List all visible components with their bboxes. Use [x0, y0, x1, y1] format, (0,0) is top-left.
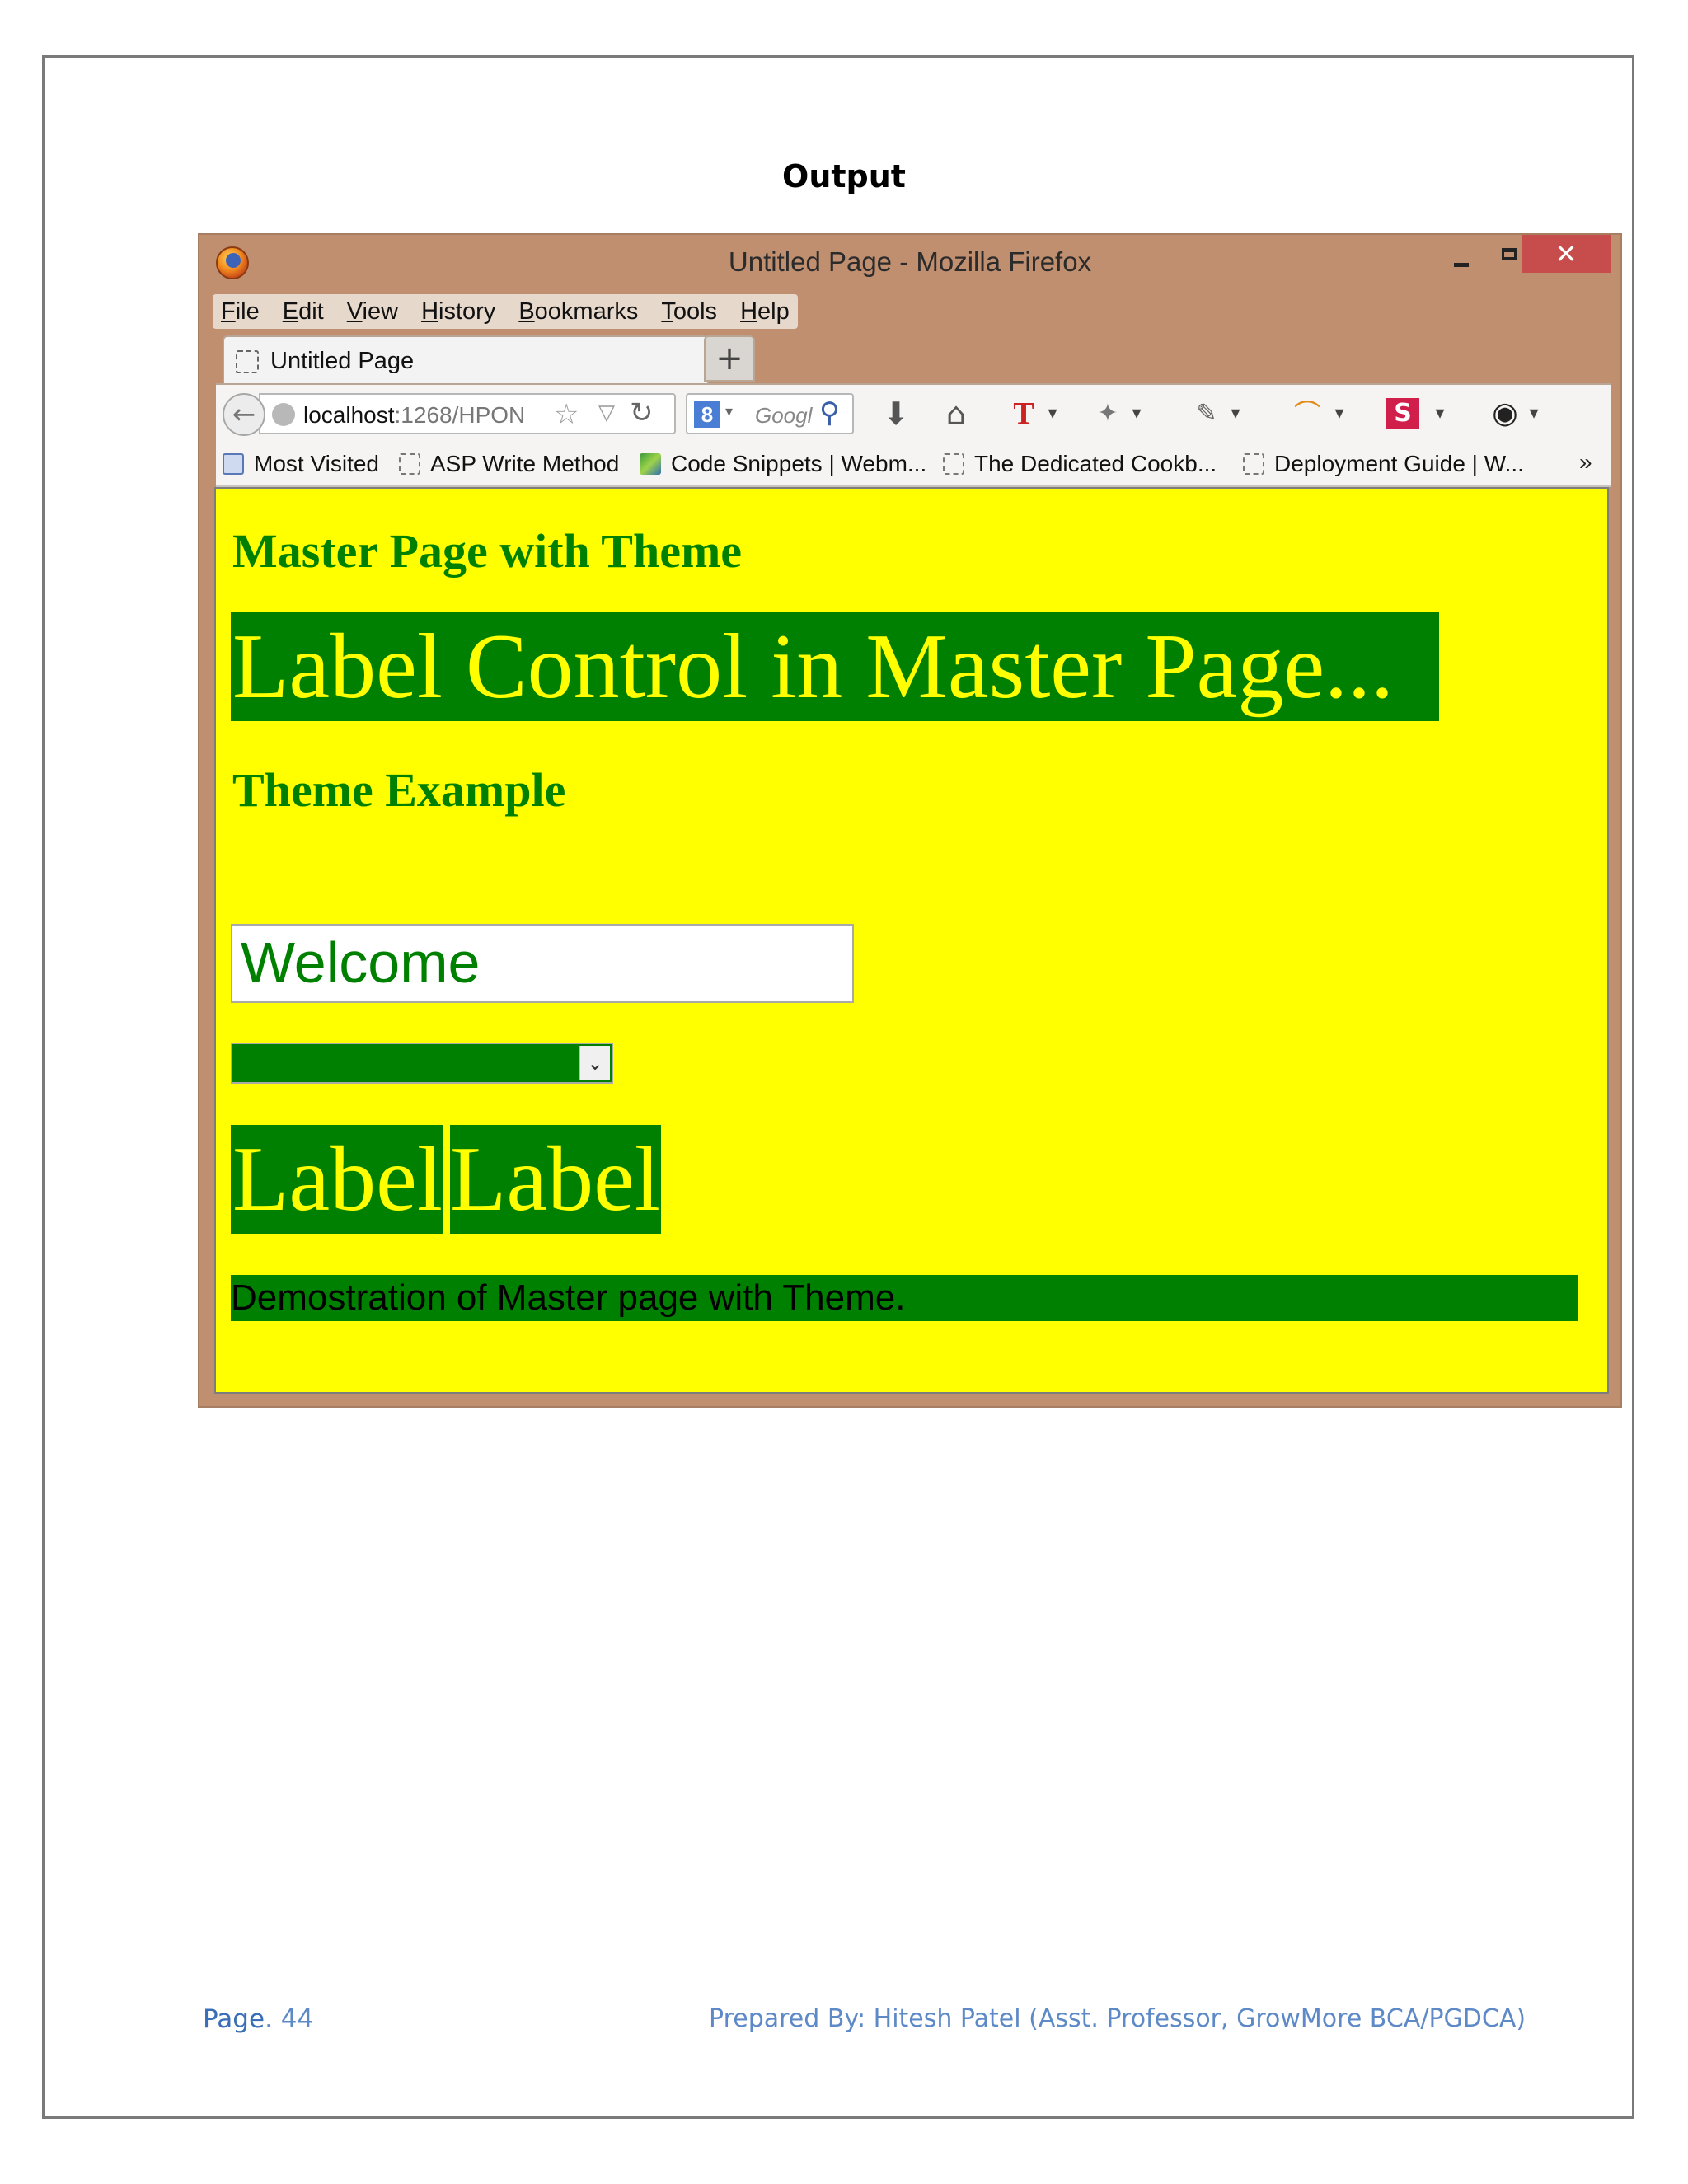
s-addon-icon[interactable]: S: [1386, 398, 1419, 429]
footer-page-number: Page. 44: [203, 2004, 314, 2034]
tab-untitled-page[interactable]: Untitled Page: [223, 335, 709, 385]
label-one: Label: [231, 1125, 443, 1234]
eyedropper-dropdown-icon[interactable]: ▾: [1223, 393, 1248, 434]
menu-history[interactable]: History: [421, 298, 495, 326]
page-icon: [1243, 453, 1264, 475]
page-title: Master Page with Theme: [232, 524, 743, 578]
dropdown-list[interactable]: ⌄: [231, 1043, 613, 1084]
navigation-toolbar: localhost:1268/HPON ☆ ▽ ↻ ← 8 ▾ Google ⚲…: [216, 383, 1611, 443]
back-button[interactable]: ←: [223, 393, 265, 436]
search-input[interactable]: Google: [755, 403, 813, 429]
text-tool-icon[interactable]: T: [1006, 393, 1042, 434]
url-text: localhost:1268/HPON: [303, 402, 526, 428]
bookmark-asp-write-method[interactable]: ASP Write Method: [399, 451, 619, 477]
menu-tools[interactable]: Tools: [661, 298, 717, 326]
text-tool-dropdown-icon[interactable]: ▾: [1040, 393, 1065, 434]
title-bar: Untitled Page - Mozilla Firefox ✕: [199, 235, 1620, 291]
s-addon-dropdown-icon[interactable]: ▾: [1428, 393, 1452, 434]
master-label: Label Control in Master Page...: [231, 612, 1439, 721]
search-engine-dropdown-icon[interactable]: ▾: [725, 403, 733, 420]
color-wheel-dropdown-icon[interactable]: ▾: [1522, 393, 1546, 434]
most-visited-icon: [223, 453, 244, 475]
output-heading: Output: [782, 158, 906, 194]
minimize-button[interactable]: [1436, 240, 1485, 276]
label-two: Label: [450, 1125, 661, 1234]
menu-edit[interactable]: Edit: [283, 298, 324, 326]
footer-prepared-by: Prepared By: Hitesh Patel (Asst. Profess…: [709, 2004, 1526, 2033]
close-button[interactable]: ✕: [1522, 235, 1611, 273]
code-snippets-icon: [640, 453, 661, 475]
search-bar[interactable]: 8 ▾ Google ⚲: [686, 393, 854, 434]
history-dropdown-icon[interactable]: ▽: [598, 400, 615, 425]
bookmark-deployment-guide[interactable]: Deployment Guide | W...: [1243, 451, 1524, 477]
menu-help[interactable]: Help: [740, 298, 790, 326]
chevron-down-icon[interactable]: ⌄: [579, 1046, 610, 1080]
color-wheel-icon[interactable]: ◉: [1487, 393, 1523, 434]
bookmark-star-icon[interactable]: ☆: [554, 398, 579, 431]
page-icon: [399, 453, 420, 475]
addon-dropdown-icon[interactable]: ▾: [1124, 393, 1149, 434]
bookmark-dedicated-cookbook[interactable]: The Dedicated Cookb...: [943, 451, 1217, 477]
demo-label: Demostration of Master page with Theme.: [231, 1275, 1578, 1321]
search-engine-icon[interactable]: 8: [694, 401, 720, 428]
theme-heading: Theme Example: [232, 763, 566, 817]
bookmark-most-visited[interactable]: Most Visited: [223, 451, 379, 477]
downloads-icon[interactable]: ⬇: [875, 393, 917, 434]
rainbow-dropdown-icon[interactable]: ▾: [1327, 393, 1352, 434]
menu-bookmarks[interactable]: Bookmarks: [518, 298, 638, 326]
page-icon: [236, 350, 259, 373]
home-icon[interactable]: ⌂: [933, 393, 979, 434]
bookmarks-overflow-icon[interactable]: »: [1579, 449, 1592, 476]
menu-file[interactable]: File: [221, 298, 260, 326]
welcome-textbox[interactable]: Welcome: [231, 924, 854, 1003]
site-identity-icon[interactable]: [272, 403, 295, 426]
search-icon[interactable]: ⚲: [819, 396, 840, 429]
browser-window: Untitled Page - Mozilla Firefox ✕ File E…: [198, 233, 1622, 1408]
url-bar[interactable]: localhost:1268/HPON ☆ ▽ ↻: [259, 393, 676, 434]
eyedropper-icon[interactable]: ✎: [1189, 393, 1225, 434]
new-tab-button[interactable]: +: [704, 335, 755, 382]
page-icon: [943, 453, 964, 475]
tab-label: Untitled Page: [270, 348, 415, 374]
window-title: Untitled Page - Mozilla Firefox: [728, 246, 1092, 277]
menu-bar: File Edit View History Bookmarks Tools H…: [213, 294, 798, 329]
rainbow-icon[interactable]: ⌒: [1287, 393, 1327, 434]
reload-icon[interactable]: ↻: [630, 396, 654, 429]
addon-icon[interactable]: ✦: [1090, 393, 1126, 434]
bookmarks-toolbar: Most Visited ASP Write Method Code Snipp…: [216, 441, 1611, 487]
menu-view[interactable]: View: [347, 298, 398, 326]
page-content: Master Page with Theme Label Control in …: [214, 487, 1609, 1394]
bookmark-code-snippets[interactable]: Code Snippets | Webm...: [640, 451, 926, 477]
